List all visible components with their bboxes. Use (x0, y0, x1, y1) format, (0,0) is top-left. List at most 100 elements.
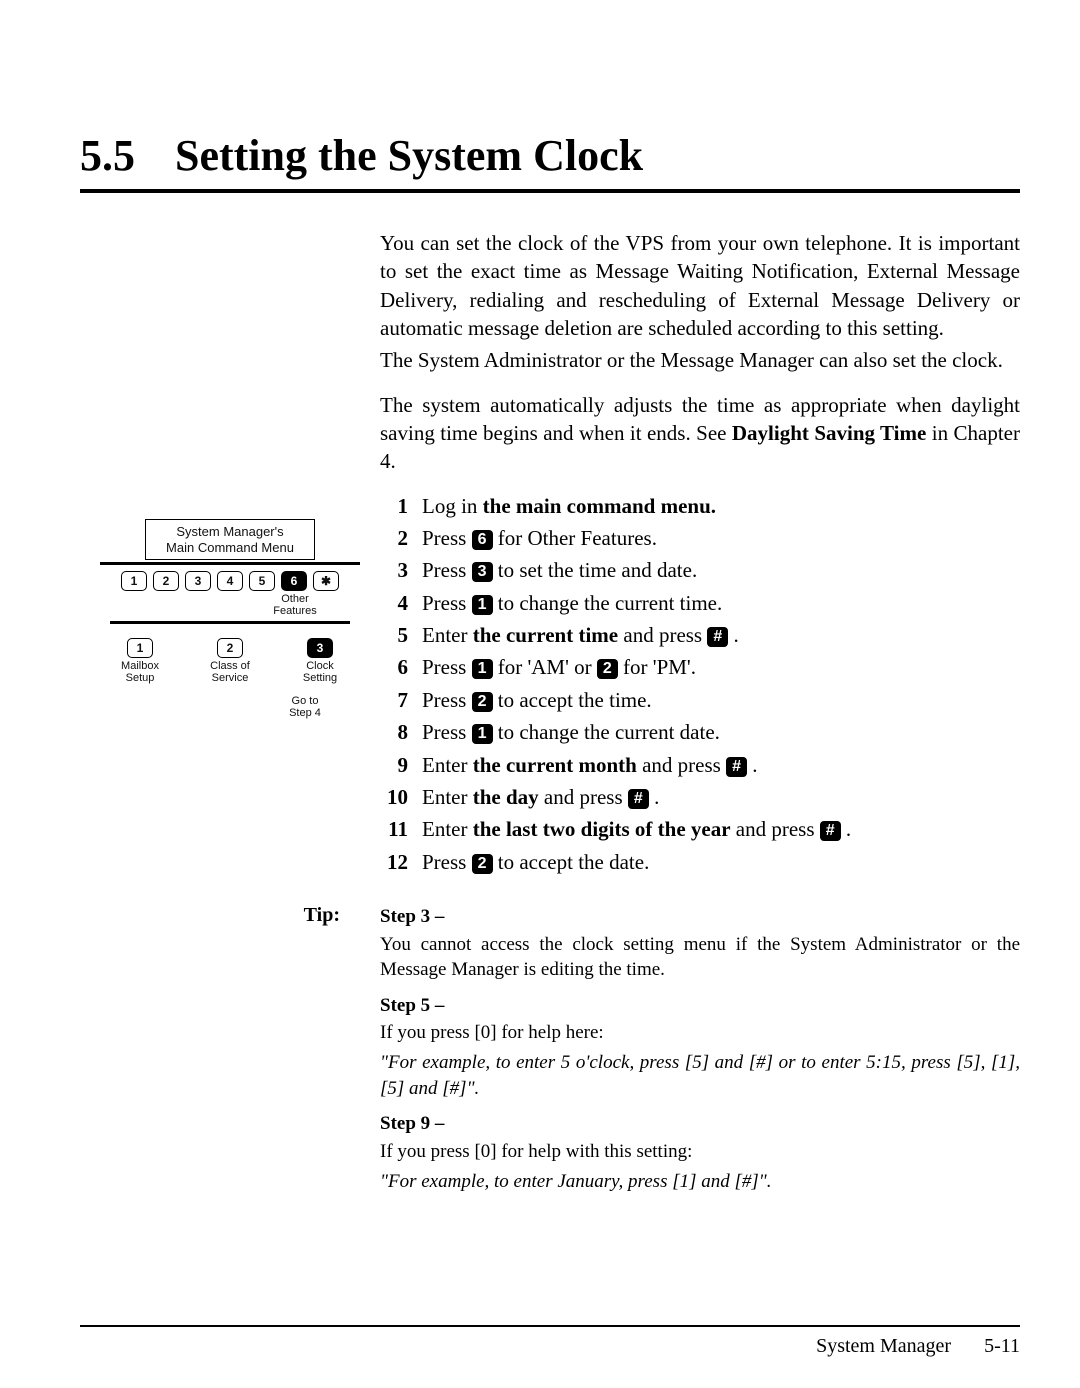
step-number: 12 (380, 848, 408, 876)
step-number: 4 (380, 589, 408, 617)
step-number: 6 (380, 653, 408, 681)
step-item: 5 Enter the current time and press # . (380, 621, 1020, 649)
diagram-key-star: ✱ (313, 571, 339, 591)
step-item: 7 Press 2 to accept the time. (380, 686, 1020, 714)
diagram-key-4: 4 (217, 571, 243, 591)
tip5-line1: If you press [0] for help here: (380, 1020, 1020, 1046)
section-header: 5.5 Setting the System Clock (80, 130, 1020, 193)
intro-paragraph-3: The system automatically adjusts the tim… (380, 391, 1020, 476)
tips-body: Step 3 – You cannot access the clock set… (380, 904, 1020, 1198)
keycap-icon: 1 (472, 724, 493, 744)
tip5-italic: "For example, to enter 5 o'clock, press … (380, 1050, 1020, 1101)
step-text: Press 1 to change the current date. (422, 718, 1020, 746)
diagram-label-clock: ClockSetting (290, 660, 350, 684)
keycap-icon: 1 (472, 659, 493, 679)
section-number: 5.5 (80, 130, 135, 181)
step-number: 8 (380, 718, 408, 746)
intro-paragraph-2: The System Administrator or the Message … (380, 346, 1020, 374)
step-number: 2 (380, 524, 408, 552)
diagram-menu-title: System Manager's Main Command Menu (145, 519, 315, 560)
step-item: 6 Press 1 for 'AM' or 2 for 'PM'. (380, 653, 1020, 681)
diagram-key-3: 3 (185, 571, 211, 591)
step-item: 11 Enter the last two digits of the year … (380, 815, 1020, 843)
diagram-title-line1: System Manager's (176, 524, 283, 539)
diagram-bar-mid (110, 621, 350, 624)
diagram-col-mailbox: 1 MailboxSetup (110, 638, 170, 684)
keycap-icon: # (820, 821, 841, 841)
step-number: 11 (380, 815, 408, 843)
step-number: 7 (380, 686, 408, 714)
left-column: System Manager's Main Command Menu 1 2 3… (80, 229, 380, 880)
section-title: Setting the System Clock (175, 130, 643, 181)
step-item: 3Press 3 to set the time and date. (380, 556, 1020, 584)
keycap-icon: 2 (597, 659, 618, 679)
keycap-icon: 2 (472, 692, 493, 712)
step-number: 1 (380, 492, 408, 520)
diagram-col-clock: 3 ClockSetting (290, 638, 350, 684)
step-text: Press 3 to set the time and date. (422, 556, 1020, 584)
step-text: Press 2 to accept the time. (422, 686, 1020, 714)
diagram-title-line2: Main Command Menu (166, 540, 294, 555)
step-item: 2 Press 6 for Other Features. (380, 524, 1020, 552)
step-text: Press 1 to change the current time. (422, 589, 1020, 617)
tip9-italic-text: "For example, to enter January, press [1… (380, 1171, 772, 1192)
keycap-icon: # (628, 789, 649, 809)
diagram-label-cos: Class ofService (200, 660, 260, 684)
diagram-label-mailbox: MailboxSetup (110, 660, 170, 684)
tip9-line1: If you press [0] for help with this sett… (380, 1139, 1020, 1165)
step-number: 3 (380, 556, 408, 584)
step-text: Enter the current month and press # . (422, 751, 1020, 779)
keycap-icon: 6 (472, 530, 493, 550)
diagram-bar-top (100, 562, 360, 565)
diagram-key-6: 6 (281, 571, 307, 591)
diagram-other-features-label: OtherFeatures (210, 593, 380, 617)
intro-paragraph-1: You can set the clock of the VPS from yo… (380, 229, 1020, 342)
keycap-icon: # (707, 627, 728, 647)
footer-section: System Manager (816, 1335, 951, 1357)
tip-label: Tip: (80, 904, 380, 1198)
diagram-key-1: 1 (121, 571, 147, 591)
step-text: Press 2 to accept the date. (422, 848, 1020, 876)
tip9-head: Step 9 – (380, 1111, 1020, 1137)
keycap-icon: # (726, 757, 747, 777)
tip5-head: Step 5 – (380, 993, 1020, 1019)
step-text: Enter the day and press # . (422, 783, 1020, 811)
step-number: 10 (380, 783, 408, 811)
keycap-icon: 2 (472, 854, 493, 874)
steps-list: 1Log in the main command menu. 2 Press 6 f… (380, 492, 1020, 876)
tip3-body: You cannot access the clock setting menu… (380, 932, 1020, 983)
diagram-key-row: 1 2 3 4 5 6 ✱ (80, 571, 380, 591)
step-text: Enter the current time and press # . (422, 621, 1020, 649)
right-column: You can set the clock of the VPS from yo… (380, 229, 1020, 880)
diagram-key-clock: 3 (307, 638, 333, 658)
footer-page-number: 5-11 (984, 1335, 1020, 1357)
keycap-icon: 1 (472, 595, 493, 615)
step-number: 9 (380, 751, 408, 779)
intro-p3-bold: Daylight Saving Time (732, 421, 926, 445)
step-item: 4 Press 1 to change the current time. (380, 589, 1020, 617)
diagram-key-5: 5 (249, 571, 275, 591)
step-item: 9 Enter the current month and press # . (380, 751, 1020, 779)
step-text: Press 1 for 'AM' or 2 for 'PM'. (422, 653, 1020, 681)
diagram-row2: 1 MailboxSetup 2 Class ofService 3 Clock… (110, 638, 350, 684)
tips-block: Tip: Step 3 – You cannot access the cloc… (80, 904, 1020, 1198)
tip3-head: Step 3 – (380, 904, 1020, 930)
tip9-italic: "For example, to enter January, press [1… (380, 1169, 1020, 1195)
diagram-key-2: 2 (153, 571, 179, 591)
step-text: Enter the last two digits of the year an… (422, 815, 1020, 843)
step-item: 10 Enter the day and press # . (380, 783, 1020, 811)
step-number: 5 (380, 621, 408, 649)
keycap-icon: 3 (472, 562, 493, 582)
diagram-goto-label: Go toStep 4 (230, 695, 380, 719)
diagram-col-cos: 2 Class ofService (200, 638, 260, 684)
page-footer: System Manager 5-11 (80, 1325, 1020, 1358)
tip5-italic-text: "For example, to enter 5 o'clock, press … (380, 1052, 1020, 1099)
step-item: 8 Press 1 to change the current date. (380, 718, 1020, 746)
body-columns: System Manager's Main Command Menu 1 2 3… (80, 229, 1020, 880)
diagram-key-mailbox: 1 (127, 638, 153, 658)
step-text: Press 6 for Other Features. (422, 524, 1020, 552)
menu-diagram: System Manager's Main Command Menu 1 2 3… (80, 519, 380, 719)
diagram-key-cos: 2 (217, 638, 243, 658)
step-item: 12 Press 2 to accept the date. (380, 848, 1020, 876)
step-item: 1Log in the main command menu. (380, 492, 1020, 520)
